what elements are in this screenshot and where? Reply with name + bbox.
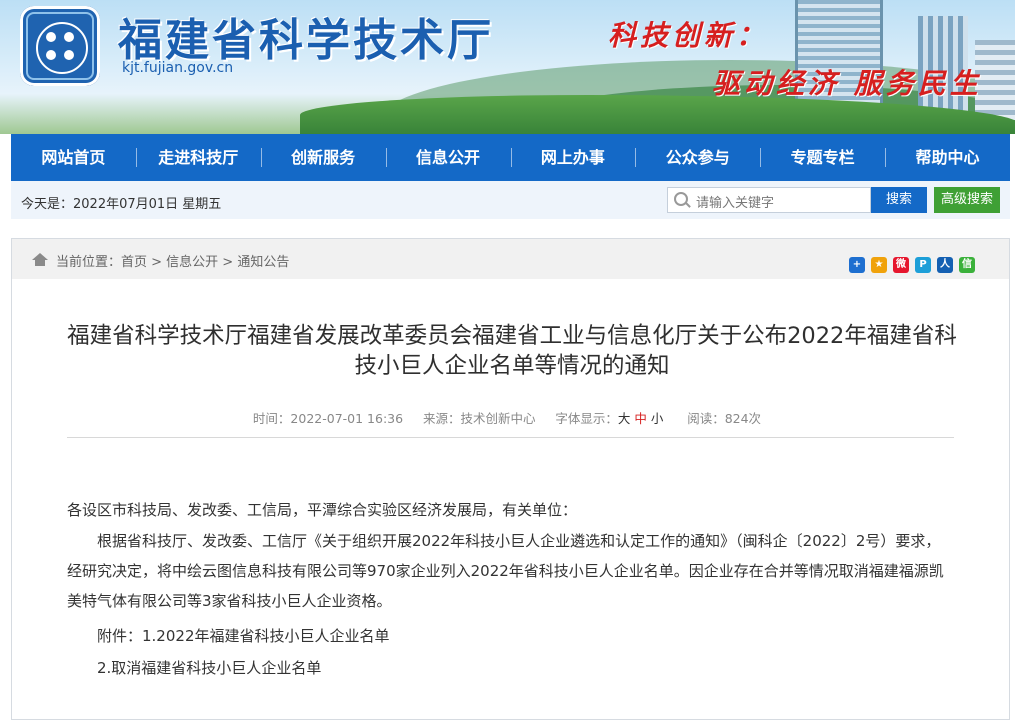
search-icon <box>674 192 688 206</box>
share-renren-icon[interactable]: 人 <box>937 257 953 273</box>
site-logo[interactable] <box>20 6 100 86</box>
share-tencent-icon[interactable]: P <box>915 257 931 273</box>
nav-item-about[interactable]: 走进科技厅 <box>135 134 261 181</box>
search-input[interactable]: 请输入关键字 <box>667 187 871 213</box>
logo-dot <box>64 32 74 42</box>
font-size-large[interactable]: 大 <box>618 411 631 426</box>
divider <box>67 437 954 438</box>
article-source: 来源：技术创新中心 <box>422 411 536 426</box>
nav-item-info-public[interactable]: 信息公开 <box>385 134 511 181</box>
logo-dot <box>46 50 56 60</box>
share-wechat-icon[interactable]: 信 <box>959 257 975 273</box>
article-meta: 时间：2022-07-01 16:36 来源：技术创新中心 字体显示：大 中 小… <box>67 408 947 427</box>
nav-item-online-service[interactable]: 网上办事 <box>510 134 636 181</box>
today-date: 今天是：2022年07月01日 星期五 <box>21 197 222 212</box>
home-icon <box>32 253 48 266</box>
logo-dot <box>46 32 56 42</box>
advanced-search-button[interactable]: 高级搜索 <box>934 187 1000 213</box>
logo-dot <box>64 50 74 60</box>
attachment-link-2[interactable]: 2.取消福建省科技小巨人企业名单 <box>67 653 985 683</box>
article-container: 当前位置：首页 > 信息公开 > 通知公告 + ★ 微 P 人信 福建省科学技术厅福建省… <box>11 238 1010 720</box>
nav-item-help[interactable]: 帮助中心 <box>885 134 1010 181</box>
nav-item-topics[interactable]: 专题专栏 <box>760 134 885 181</box>
article-greeting: 各设区市科技局、发改委、工信局，平潭综合实验区经济发展局，有关单位： <box>67 501 578 519</box>
date-bar: 今天是：2022年07月01日 星期五 请输入关键字 搜索 高级搜索 <box>11 181 1010 219</box>
logo-emblem-icon <box>36 22 88 74</box>
article-views: 阅读：824次 <box>687 411 762 426</box>
header-banner: 福建省科学技术厅 kjt.fujian.gov.cn 科技创新： 驱动经济 服务… <box>0 0 1015 134</box>
article-time: 时间：2022-07-01 16:36 <box>252 411 404 426</box>
article-paragraph: 根据省科技厅、发改委、工信厅《关于组织开展2022年科技小巨人企业遴选和认定工作… <box>67 532 944 610</box>
font-size-medium[interactable]: 中 <box>634 411 647 426</box>
attachment-link-1[interactable]: 附件：1.2022年福建省科技小巨人企业名单 <box>67 621 985 651</box>
article-title: 福建省科学技术厅福建省发展改革委员会福建省工业与信息化厅关于公布2022年福建省… <box>67 323 957 379</box>
search-button[interactable]: 搜索 <box>871 187 927 213</box>
share-plus-icon[interactable]: + <box>849 257 865 273</box>
slogan-line2: 驱动经济 服务民生 <box>712 67 982 100</box>
main-nav: 网站首页 走进科技厅 创新服务 信息公开 网上办事 公众参与 专题专栏 帮助中心 <box>11 134 1010 181</box>
site-title[interactable]: 福建省科学技术厅 <box>118 4 494 68</box>
share-weibo-icon[interactable]: 微 <box>893 257 909 273</box>
site-domain: kjt.fujian.gov.cn <box>122 60 234 76</box>
font-size-label: 字体显示： <box>555 411 618 426</box>
font-size-small[interactable]: 小 <box>651 411 664 426</box>
search-placeholder: 请输入关键字 <box>696 196 775 211</box>
nav-item-home[interactable]: 网站首页 <box>11 134 136 181</box>
nav-item-innovation[interactable]: 创新服务 <box>260 134 386 181</box>
breadcrumb[interactable]: 当前位置：首页 > 信息公开 > 通知公告 <box>56 251 289 270</box>
breadcrumb-bar: 当前位置：首页 > 信息公开 > 通知公告 + ★ 微 P 人信 <box>12 239 1009 279</box>
share-qzone-icon[interactable]: ★ <box>871 257 887 273</box>
share-toolbar: + ★ 微 P 人信 <box>849 257 975 273</box>
nav-item-participation[interactable]: 公众参与 <box>635 134 760 181</box>
slogan-line1: 科技创新： <box>608 19 769 52</box>
